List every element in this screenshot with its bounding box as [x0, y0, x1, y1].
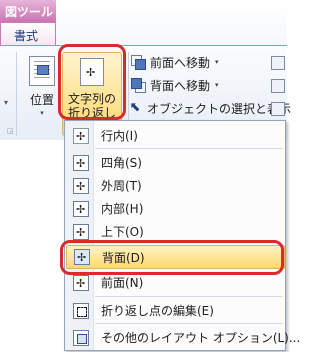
bring-forward-button[interactable]: 前面へ移動 ▾ — [130, 52, 219, 72]
bring-forward-icon — [130, 54, 146, 70]
tight-wrap-icon: ✢ — [73, 177, 89, 194]
ribbon: 図ツール 書式 ▾ ◲ 位置 ▾ ✢ 文字列の 折り返し 前面へ移動 ▾ 背面へ… — [0, 0, 291, 140]
tab-format[interactable]: 書式 — [0, 22, 56, 46]
send-backward-icon — [130, 77, 146, 93]
selection-pane-button[interactable]: ⬉ オブジェクトの選択と表示 — [127, 98, 291, 118]
position-label: 位置 — [29, 93, 54, 107]
menu-separator — [95, 296, 283, 297]
group-icon[interactable] — [271, 79, 285, 93]
align-icon[interactable] — [271, 56, 285, 70]
position-icon — [29, 56, 55, 86]
wrap-text-menu: ✢ 行内(I) ✢ 四角(S) ✢ 外周(T) ✢ 内部(H) ✢ 上下(O) … — [64, 120, 300, 351]
selection-pane-icon: ⬉ — [129, 100, 141, 115]
menu-item-square[interactable]: ✢ 四角(S) — [66, 151, 285, 174]
position-button[interactable]: 位置 ▾ — [22, 56, 62, 120]
menu-item-edit-wrap-points[interactable]: 折り返し点の編集(E) — [66, 299, 285, 322]
menu-item-more-layout-options[interactable]: その他のレイアウト オプション(L)... — [66, 326, 300, 349]
group-dialog-launcher-icon[interactable]: ◲ — [7, 127, 14, 135]
chevron-down-icon[interactable]: ▾ — [215, 81, 219, 89]
chevron-down-icon: ▾ — [40, 109, 44, 117]
layout-options-icon — [73, 329, 89, 346]
picture-tools-context-label: 図ツール — [0, 0, 56, 22]
selection-pane-label: オブジェクトの選択と表示 — [147, 101, 292, 116]
highlight-ring-wrap-button — [58, 44, 126, 120]
send-backward-label: 背面へ移動 — [150, 78, 211, 93]
in-front-of-text-icon: ✢ — [73, 274, 89, 291]
chevron-down-icon[interactable]: ▾ — [215, 58, 219, 66]
menu-item-through[interactable]: ✢ 内部(H) — [66, 197, 285, 220]
send-backward-button[interactable]: 背面へ移動 ▾ — [130, 75, 219, 95]
edit-wrap-points-icon — [73, 302, 89, 319]
highlight-ring-behind-text — [60, 240, 284, 275]
menu-item-inline[interactable]: ✢ 行内(I) — [66, 124, 285, 147]
collapsed-group-arrow-icon[interactable]: ▾ — [4, 98, 8, 107]
rotate-icon[interactable] — [271, 102, 285, 116]
square-wrap-icon: ✢ — [73, 154, 89, 171]
through-wrap-icon: ✢ — [73, 200, 89, 217]
bring-forward-label: 前面へ移動 — [150, 55, 211, 70]
menu-separator — [95, 323, 283, 324]
group-separator — [16, 52, 17, 136]
inline-wrap-icon: ✢ — [73, 127, 89, 144]
menu-item-tight[interactable]: ✢ 外周(T) — [66, 174, 285, 197]
top-bottom-wrap-icon: ✢ — [73, 223, 89, 240]
menu-separator — [95, 148, 283, 149]
